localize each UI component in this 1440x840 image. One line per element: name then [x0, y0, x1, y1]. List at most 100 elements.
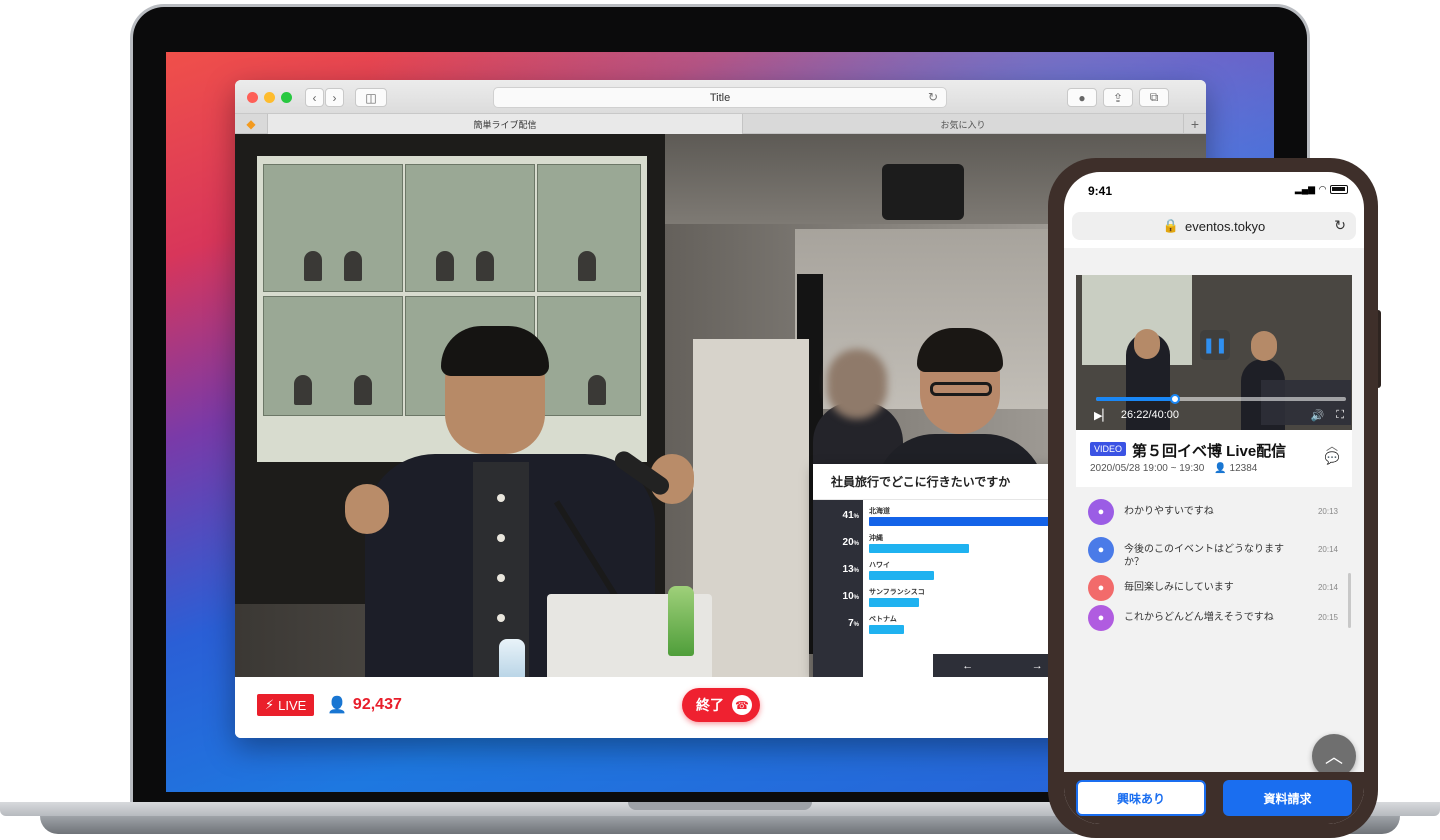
- chat-toggle-button[interactable]: ︿ 💬: [1322, 440, 1342, 470]
- mobile-action-bar: 興味あり 資料請求: [1064, 772, 1364, 824]
- player-controls: ▶▏ 26:22/40:00 🔊 ⛶: [1094, 407, 1344, 423]
- comment-text: これからどんどん増えそうですね: [1124, 612, 1274, 623]
- volume-icon[interactable]: 🔊: [1311, 409, 1325, 422]
- poll-percent: 10%: [842, 591, 859, 602]
- poll-option-label: サンフランシスコ: [869, 589, 925, 596]
- mobile-address-bar[interactable]: 🔒 eventos.tokyo ↻: [1072, 212, 1356, 240]
- share-icon: ⇪: [1112, 90, 1124, 105]
- bolt-icon: ⚡: [265, 697, 275, 712]
- tabs-icon: ⧉: [1149, 90, 1159, 104]
- event-title: 第５回イベ博 Live配信: [1132, 443, 1287, 460]
- page-title: Title: [709, 91, 731, 104]
- poll-percent: 13%: [842, 564, 859, 575]
- hang-up-icon: ☎: [732, 695, 752, 715]
- address-bar[interactable]: Title ↻: [493, 87, 947, 108]
- video-badge: VIDEO: [1090, 442, 1127, 456]
- viewer-count: 👤 92,437: [327, 696, 402, 714]
- poll-option-label: 沖縄: [869, 535, 883, 542]
- event-info: VIDEO 第５回イベ博 Live配信 2020/05/28 19:00 ~ 1…: [1076, 430, 1352, 487]
- event-viewers: 👤 12384: [1214, 463, 1258, 474]
- chevron-right-icon: ›: [332, 90, 337, 105]
- tab-bar: ◆ 簡単ライブ配信 お気に入り +: [235, 114, 1206, 134]
- poll-bar: [869, 625, 905, 634]
- sidebar-toggle-button[interactable]: ◫: [355, 88, 387, 107]
- request-documents-button[interactable]: 資料請求: [1223, 780, 1352, 816]
- zoom-window-button[interactable]: [281, 92, 292, 103]
- downloads-button[interactable]: ●: [1067, 88, 1097, 107]
- poll-option-label: ベトナム: [869, 616, 897, 623]
- status-bar: 9:41 ▂▄▆ ◠: [1064, 172, 1364, 210]
- mobile-url: eventos.tokyo: [1184, 218, 1266, 234]
- status-time: 9:41: [1088, 184, 1113, 198]
- reload-icon[interactable]: ↻: [928, 90, 938, 104]
- sidebar-icon: ◫: [365, 90, 377, 105]
- avatar: ●: [1088, 499, 1114, 525]
- browser-toolbar: ‹ › ◫ Title ↻ ● ⇪ ⧉: [235, 80, 1206, 114]
- mobile-page: ❚❚ ▶▏ 26:22/40:00 🔊 ⛶ VIDEO 第５回イベ博 Live配…: [1064, 248, 1364, 778]
- comment-item: ● 今後のこのイベントはどうなりますか？ 20:14: [1088, 535, 1338, 569]
- wifi-icon: ◠: [1319, 184, 1326, 194]
- download-icon: ●: [1078, 90, 1086, 105]
- poll-bar: [869, 571, 935, 580]
- signal-icon: ▂▄▆: [1294, 184, 1316, 194]
- fullscreen-icon[interactable]: ⛶: [1336, 409, 1344, 422]
- arrow-left-icon[interactable]: ←: [962, 660, 973, 672]
- avatar: ●: [1088, 575, 1114, 601]
- close-window-button[interactable]: [247, 92, 258, 103]
- avatar: ●: [1088, 537, 1114, 563]
- poll-bar: [869, 598, 920, 607]
- smartphone-screen: 9:41 ▂▄▆ ◠ 🔒 eventos.tokyo ↻ ❚❚ ▶▏ 26:22…: [1064, 172, 1364, 824]
- seek-bar[interactable]: [1096, 394, 1346, 404]
- forward-button[interactable]: ›: [325, 88, 344, 107]
- pause-icon: ❚❚: [1202, 337, 1228, 354]
- comment-time: 20:15: [1317, 613, 1338, 622]
- share-button[interactable]: ⇪: [1103, 88, 1133, 107]
- tab-overview-button[interactable]: ⧉: [1139, 88, 1169, 107]
- end-stream-button[interactable]: 終了 ☎: [682, 688, 760, 722]
- tab-favorites[interactable]: お気に入り: [743, 114, 1183, 134]
- scrollbar[interactable]: [1348, 573, 1351, 628]
- minimize-window-button[interactable]: [264, 92, 275, 103]
- poll-option-label: 北海道: [869, 508, 890, 515]
- person-icon: 👤: [327, 697, 347, 714]
- comment-item: ● これからどんどん増えそうですね 20:15: [1088, 603, 1338, 637]
- comment-item: ● わかりやすいですね 20:13: [1088, 497, 1338, 531]
- poll-percent: 41%: [842, 510, 859, 521]
- avatar: ●: [1088, 605, 1114, 631]
- event-datetime: 2020/05/28 19:00 ~ 19:30: [1090, 463, 1205, 474]
- battery-icon: [1330, 185, 1348, 194]
- play-skip-icon[interactable]: ▶▏: [1094, 409, 1111, 422]
- comment-time: 20:13: [1317, 507, 1338, 516]
- comment-text: わかりやすいですね: [1124, 506, 1214, 517]
- comment-text: 毎回楽しみにしています: [1124, 582, 1234, 593]
- playback-time: 26:22/40:00: [1120, 409, 1180, 421]
- comment-text: 今後のこのイベントはどうなりますか？: [1124, 544, 1284, 568]
- comment-item: ● 毎回楽しみにしています 20:14: [1088, 573, 1338, 607]
- mobile-video-player[interactable]: ❚❚ ▶▏ 26:22/40:00 🔊 ⛶: [1076, 275, 1352, 430]
- seek-handle[interactable]: [1169, 394, 1180, 404]
- poll-percent: 20%: [842, 537, 859, 548]
- comment-time: 20:14: [1317, 545, 1338, 554]
- site-logo-icon: ◆: [246, 117, 256, 131]
- interest-button[interactable]: 興味あり: [1076, 780, 1206, 816]
- poll-option-label: ハワイ: [869, 562, 890, 569]
- new-tab-button[interactable]: +: [1183, 114, 1206, 134]
- lock-icon: 🔒: [1162, 218, 1179, 233]
- back-button[interactable]: ‹: [305, 88, 324, 107]
- live-badge: ⚡ LIVE: [257, 694, 315, 716]
- comment-time: 20:14: [1317, 583, 1338, 592]
- window-controls: [247, 92, 292, 103]
- chevron-up-icon: ︿: [1325, 747, 1343, 767]
- arrow-right-icon[interactable]: →: [1032, 660, 1043, 672]
- chat-icon: 💬: [1324, 451, 1340, 465]
- reload-icon[interactable]: ↻: [1334, 217, 1346, 234]
- chevron-left-icon: ‹: [312, 90, 317, 105]
- person-icon: 👤: [1214, 463, 1230, 474]
- poll-bar: [869, 544, 970, 553]
- hero-mockup: ‹ › ◫ Title ↻ ● ⇪ ⧉ ◆ 簡単ライブ配信 お気に入り + 社員…: [0, 0, 1440, 840]
- comment-list: ● わかりやすいですね 20:13 ● 今後のこのイベントはどうなりますか？ 20:14 ●…: [1076, 495, 1352, 765]
- tab-live[interactable]: 簡単ライブ配信: [267, 114, 743, 134]
- pause-button[interactable]: ❚❚: [1200, 330, 1230, 360]
- poll-percent: 7%: [848, 618, 859, 629]
- ceiling-projector: [882, 164, 964, 220]
